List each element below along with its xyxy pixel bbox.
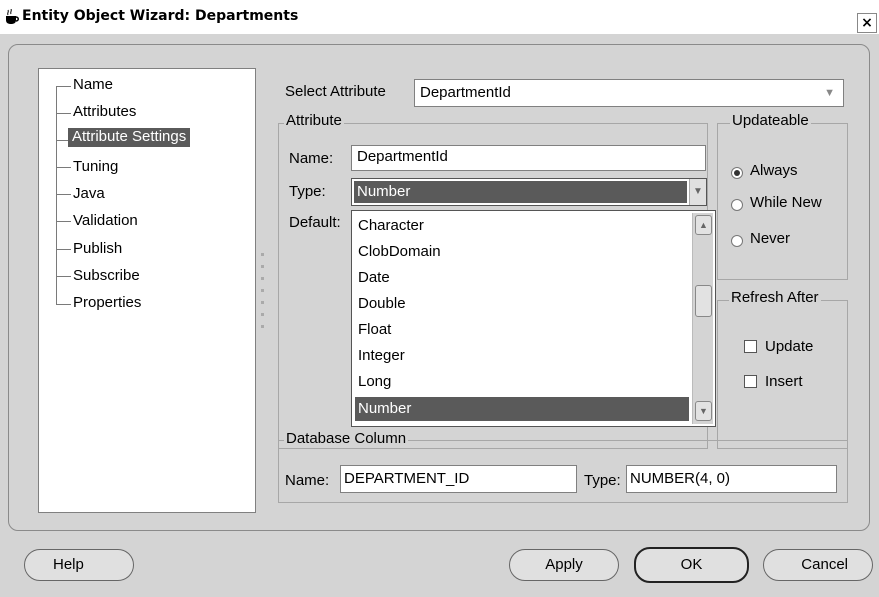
tree-item-subscribe[interactable]: Subscribe bbox=[73, 267, 140, 284]
close-button[interactable]: × bbox=[857, 13, 877, 33]
tree-branch bbox=[56, 221, 71, 222]
radio-always-label[interactable]: Always bbox=[750, 162, 798, 179]
type-option[interactable]: Integer bbox=[355, 347, 689, 364]
type-option-selected[interactable]: Number bbox=[355, 397, 689, 421]
type-option[interactable]: Float bbox=[355, 321, 689, 338]
attribute-type-combo[interactable]: Number ▼ bbox=[351, 178, 707, 206]
dropdown-scrollbar[interactable]: ▲ ▼ bbox=[692, 213, 713, 424]
attribute-type-label: Type: bbox=[289, 183, 326, 200]
tree-branch bbox=[56, 86, 71, 87]
select-attribute-label: Select Attribute bbox=[285, 83, 386, 100]
tree-branch bbox=[56, 249, 71, 250]
scroll-down-icon[interactable]: ▼ bbox=[695, 401, 712, 421]
attribute-name-label: Name: bbox=[289, 150, 334, 167]
window-title: Entity Object Wizard: Departments bbox=[22, 8, 299, 24]
ok-button[interactable]: OK bbox=[634, 547, 749, 583]
splitter-grip[interactable] bbox=[261, 253, 265, 333]
checkbox-update[interactable] bbox=[744, 340, 757, 353]
type-dropdown-list: Character ClobDomain Date Double Float I… bbox=[351, 210, 716, 427]
radio-while-new[interactable] bbox=[731, 199, 743, 211]
column-type-label: Type: bbox=[584, 472, 621, 489]
radio-never-label[interactable]: Never bbox=[750, 230, 790, 247]
checkbox-insert[interactable] bbox=[744, 375, 757, 388]
column-name-input[interactable]: DEPARTMENT_ID bbox=[340, 465, 577, 493]
column-name-label: Name: bbox=[285, 472, 330, 489]
tree-branch bbox=[56, 113, 71, 114]
type-option[interactable]: Long bbox=[355, 373, 689, 390]
tree-item-name[interactable]: Name bbox=[73, 76, 113, 93]
type-option[interactable]: Character bbox=[355, 217, 689, 234]
scroll-thumb[interactable] bbox=[695, 285, 712, 317]
help-button[interactable]: Help bbox=[24, 549, 134, 581]
tree-item-tuning[interactable]: Tuning bbox=[73, 158, 118, 175]
cancel-button[interactable]: Cancel bbox=[763, 549, 873, 581]
tree-item-publish[interactable]: Publish bbox=[73, 240, 122, 257]
tree-item-java[interactable]: Java bbox=[73, 185, 105, 202]
type-option[interactable]: Double bbox=[355, 295, 689, 312]
tree-branch bbox=[56, 304, 71, 305]
apply-button[interactable]: Apply bbox=[509, 549, 619, 581]
type-option[interactable]: ClobDomain bbox=[355, 243, 689, 260]
radio-never[interactable] bbox=[731, 235, 743, 247]
attribute-group-legend: Attribute bbox=[284, 112, 344, 129]
chevron-down-icon[interactable]: ▼ bbox=[689, 179, 706, 205]
scroll-up-icon[interactable]: ▲ bbox=[695, 215, 712, 235]
attribute-name-input[interactable]: DepartmentId bbox=[351, 145, 706, 171]
refresh-after-legend: Refresh After bbox=[729, 289, 821, 306]
column-type-input[interactable]: NUMBER(4, 0) bbox=[626, 465, 837, 493]
radio-always[interactable] bbox=[731, 167, 743, 179]
tree-item-validation[interactable]: Validation bbox=[73, 212, 138, 229]
attribute-default-label: Default: bbox=[289, 214, 341, 231]
tree-item-attribute-settings[interactable]: Attribute Settings bbox=[68, 128, 191, 147]
tree-vertical-line bbox=[56, 86, 57, 305]
tree-branch bbox=[56, 167, 71, 168]
tree-item-properties[interactable]: Properties bbox=[73, 294, 141, 311]
chevron-down-icon[interactable]: ▼ bbox=[824, 80, 835, 106]
checkbox-insert-label[interactable]: Insert bbox=[765, 373, 803, 390]
updateable-legend: Updateable bbox=[730, 112, 811, 129]
radio-while-new-label[interactable]: While New bbox=[750, 194, 822, 211]
database-column-legend: Database Column bbox=[284, 430, 409, 447]
tree-branch bbox=[56, 194, 71, 195]
type-option[interactable]: Date bbox=[355, 269, 689, 286]
tree-branch bbox=[56, 276, 71, 277]
checkbox-update-label[interactable]: Update bbox=[765, 338, 813, 355]
coffee-cup-icon bbox=[6, 9, 19, 24]
select-attribute-value: DepartmentId bbox=[420, 84, 511, 101]
tree-item-attributes[interactable]: Attributes bbox=[73, 103, 136, 120]
select-attribute-combo[interactable]: DepartmentId ▼ bbox=[414, 79, 844, 107]
attribute-type-value: Number bbox=[354, 181, 687, 203]
